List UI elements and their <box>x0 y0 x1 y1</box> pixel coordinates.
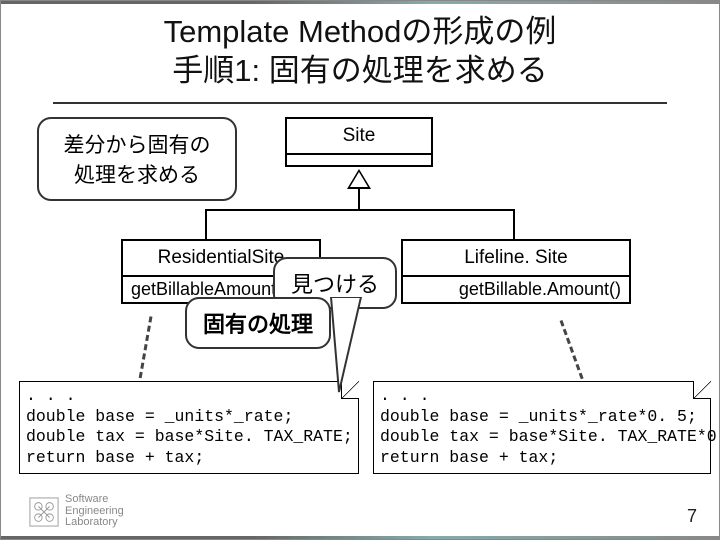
uml-empty-compartment <box>287 155 431 165</box>
slide-number: 7 <box>687 506 697 527</box>
note-fold-icon <box>693 381 711 399</box>
speech-unique: 固有の処理 <box>185 297 331 349</box>
uml-connector <box>205 209 515 211</box>
uml-class-site: Site <box>285 117 433 167</box>
speech-text: 固有の処理 <box>203 312 313 337</box>
callout-step: 差分から固有の 処理を求める <box>37 117 237 201</box>
title-underline <box>53 102 667 104</box>
uml-connector <box>205 209 207 239</box>
logo-text: Software Engineering Laboratory <box>65 494 124 529</box>
uml-class-lifeline: Lifeline. Site getBillable.Amount() <box>401 239 631 304</box>
top-decorative-bar <box>1 1 719 4</box>
uml-method: getBillable.Amount() <box>403 277 629 302</box>
logo: Software Engineering Laboratory <box>29 494 124 529</box>
title-line-2: 手順1: 固有の処理を求める <box>1 52 719 91</box>
uml-class-name: Site <box>287 119 431 153</box>
code-text: . . . double base = _units*_rate*0. 5; d… <box>380 386 704 469</box>
page-title: Template Methodの形成の例 手順1: 固有の処理を求める <box>1 13 719 91</box>
uml-connector <box>358 189 360 209</box>
uml-connector <box>513 209 515 239</box>
logo-icon <box>29 497 59 527</box>
callout-text: 差分から固有の 処理を求める <box>57 129 217 189</box>
code-text: . . . double base = _units*_rate; double… <box>26 386 352 469</box>
speech-text: 見つける <box>291 272 379 297</box>
uml-class-name: Lifeline. Site <box>403 241 629 275</box>
bottom-decorative-bar <box>1 536 719 539</box>
title-line-1: Template Methodの形成の例 <box>1 13 719 52</box>
code-note-left: . . . double base = _units*_rate; double… <box>19 381 359 474</box>
inheritance-arrow-icon <box>347 169 371 189</box>
code-note-right: . . . double base = _units*_rate*0. 5; d… <box>373 381 711 474</box>
